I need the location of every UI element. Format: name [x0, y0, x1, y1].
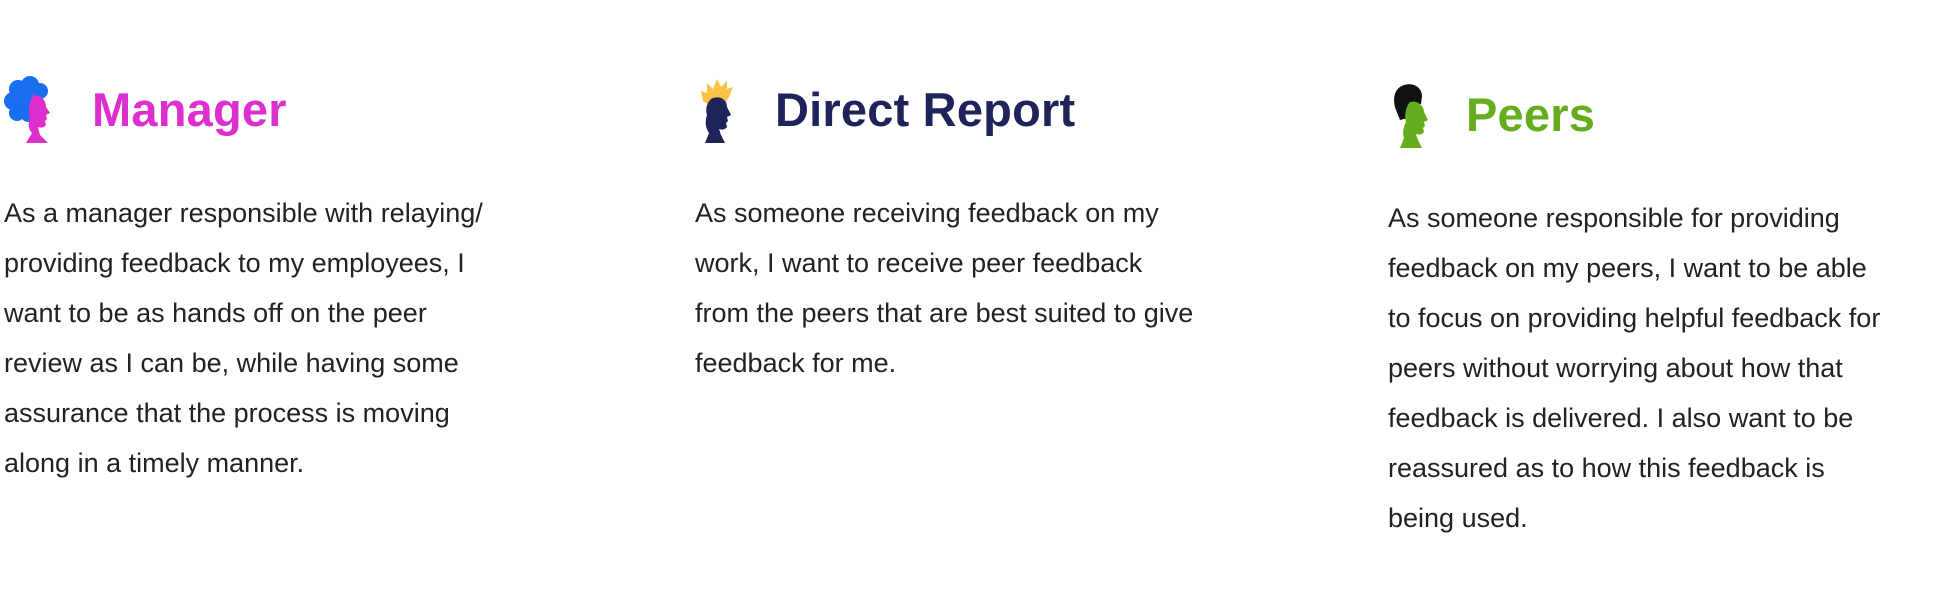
man-profile-icon: [695, 75, 751, 145]
persona-description: As a manager responsible with relaying/ …: [4, 198, 483, 478]
persona-description: As someone responsible for providing fee…: [1388, 203, 1881, 533]
persona-title: Manager: [92, 83, 287, 136]
person-profile-icon: [1388, 80, 1444, 150]
persona-description: As someone receiving feedback on my work…: [695, 198, 1194, 378]
persona-title: Direct Report: [775, 83, 1076, 136]
woman-profile-icon: [4, 75, 60, 145]
persona-title: Peers: [1466, 88, 1596, 141]
